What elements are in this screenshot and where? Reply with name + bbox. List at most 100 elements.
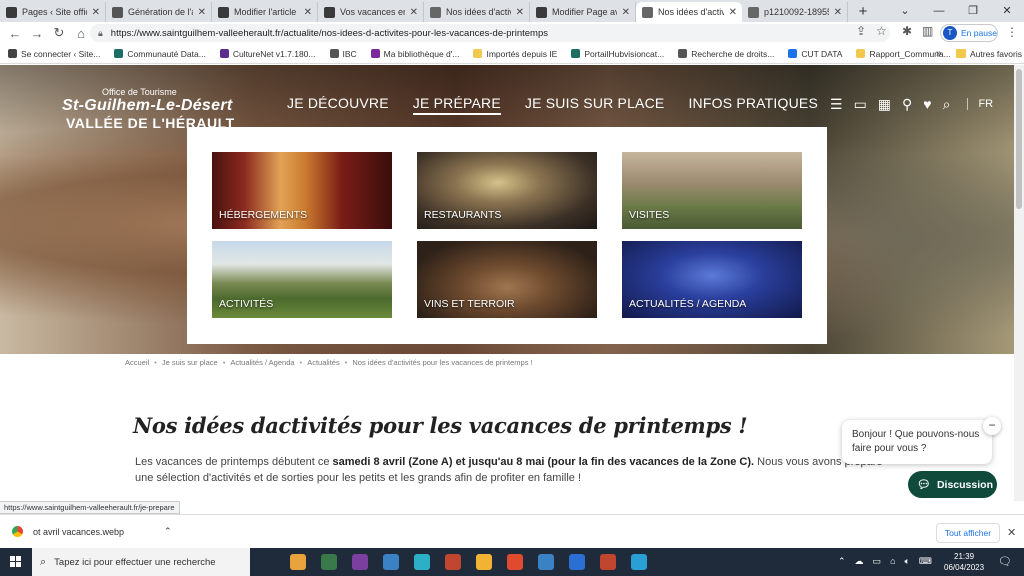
nav-infos-pratiques[interactable]: INFOS PRATIQUES: [688, 95, 818, 115]
menu-icon[interactable]: ☰: [830, 96, 843, 112]
taskbar-clock[interactable]: 21:39 06/04/2023: [944, 551, 984, 573]
tray-chevron-icon[interactable]: ⌃: [838, 556, 846, 567]
browser-tab-active[interactable]: Nos idées d'activit ✕: [636, 2, 742, 22]
browser-menu-icon[interactable]: ⋮: [1006, 25, 1018, 39]
browser-tab[interactable]: Nos idées d'activit ✕: [424, 2, 530, 22]
bookmark-item[interactable]: Ma bibliothèque d'...: [370, 49, 459, 59]
lock-icon[interactable]: 🔒︎: [98, 28, 103, 39]
chrome-icon: [12, 526, 23, 537]
bookmark-item[interactable]: Communauté Data...: [114, 49, 206, 59]
bookmark-item[interactable]: Se connecter ‹ Site...: [8, 49, 100, 59]
close-tab-icon[interactable]: ✕: [834, 7, 842, 18]
taskbar-app-icon[interactable]: [352, 554, 368, 570]
notifications-icon[interactable]: 🗨︎: [998, 555, 1012, 568]
restore-window-icon[interactable]: ❐: [956, 0, 990, 22]
taskbar-app-icon[interactable]: [321, 554, 337, 570]
other-bookmarks-folder[interactable]: Autres favoris: [956, 49, 1022, 59]
language-switch[interactable]: FR: [967, 98, 993, 110]
bookmark-star-icon[interactable]: ☆: [876, 24, 887, 38]
menu-card-restaurants[interactable]: RESTAURANTS: [417, 152, 597, 229]
breadcrumb-item[interactable]: Actualités / Agenda: [230, 358, 294, 367]
download-item[interactable]: ot avril vacances.webp ⌃: [12, 526, 172, 537]
bookmark-item[interactable]: CUT DATA: [788, 49, 842, 59]
bookmark-item[interactable]: CultureNet v1.7.180...: [219, 49, 316, 59]
heart-icon[interactable]: ♥: [923, 96, 931, 112]
side-panel-icon[interactable]: ▥: [922, 24, 933, 38]
breadcrumb-item[interactable]: Actualités: [307, 358, 340, 367]
taskbar-app-icon[interactable]: [631, 554, 647, 570]
ticket-icon[interactable]: ▭: [854, 96, 867, 112]
calendar-icon[interactable]: ▦: [878, 96, 891, 112]
breadcrumb-item[interactable]: Accueil: [125, 358, 149, 367]
search-icon[interactable]: ⌕: [943, 96, 951, 112]
clock-date: 06/04/2023: [944, 563, 985, 572]
close-tab-icon[interactable]: ✕: [198, 7, 206, 18]
close-tab-icon[interactable]: ✕: [410, 7, 418, 18]
bookmark-item[interactable]: PortailHubvisioncat...: [571, 49, 664, 59]
volume-icon[interactable]: 🔈︎: [905, 556, 910, 567]
menu-card-visites[interactable]: VISITES: [622, 152, 802, 229]
browser-tab[interactable]: Vos vacances en va ✕: [318, 2, 424, 22]
browser-tab[interactable]: Pages ‹ Site officiel ✕: [0, 2, 106, 22]
close-tab-icon[interactable]: ✕: [729, 7, 737, 18]
breadcrumb-item[interactable]: Je suis sur place: [162, 358, 218, 367]
close-window-icon[interactable]: ✕: [990, 0, 1024, 22]
taskbar-app-icon[interactable]: [414, 554, 430, 570]
taskbar-app-icon[interactable]: [476, 554, 492, 570]
nav-je-decouvre[interactable]: JE DÉCOUVRE: [287, 95, 389, 115]
reload-icon[interactable]: ↻: [48, 25, 70, 41]
scrollbar-thumb[interactable]: [1016, 69, 1022, 209]
bookmark-item[interactable]: Recherche de droits...: [678, 49, 774, 59]
close-download-bar-icon[interactable]: ✕: [1007, 526, 1016, 539]
menu-card-hebergements[interactable]: HÉBERGEMENTS: [212, 152, 392, 229]
browser-tab[interactable]: Modifier l'article ‹ S ✕: [212, 2, 318, 22]
extensions-icon[interactable]: ✱: [902, 24, 912, 38]
share-icon[interactable]: ⇪: [856, 24, 866, 38]
taskbar-app-icon[interactable]: [569, 554, 585, 570]
display-icon[interactable]: ▭: [873, 556, 882, 567]
chevron-up-icon[interactable]: ⌃: [164, 526, 172, 537]
keyboard-icon[interactable]: ⌨: [919, 556, 932, 567]
close-tab-icon[interactable]: ✕: [622, 7, 630, 18]
browser-tab[interactable]: Génération de l'ap ✕: [106, 2, 212, 22]
taskbar-app-icon[interactable]: [290, 554, 306, 570]
menu-card-activites[interactable]: ACTIVITÉS: [212, 241, 392, 318]
profile-button[interactable]: T En pause: [940, 24, 998, 42]
map-pin-icon[interactable]: ⚲: [902, 96, 912, 112]
taskbar-app-icon[interactable]: [383, 554, 399, 570]
bookmark-item[interactable]: IBC: [329, 49, 357, 59]
bookmark-label: Se connecter ‹ Site...: [21, 48, 101, 59]
chat-discussion-button[interactable]: 💬︎ Discussion: [908, 471, 997, 498]
taskbar-app-icon[interactable]: [538, 554, 554, 570]
menu-card-actualites-agenda[interactable]: ACTUALITÉS / AGENDA: [622, 241, 802, 318]
home-icon[interactable]: ⌂: [70, 26, 92, 41]
taskbar-app-icon[interactable]: [445, 554, 461, 570]
taskbar-app-icon[interactable]: [507, 554, 523, 570]
dropdown-tabs-icon[interactable]: ⌄: [888, 0, 922, 22]
forward-arrow-icon[interactable]: →: [26, 26, 48, 41]
new-tab-button[interactable]: +: [852, 2, 874, 22]
header-icons: ☰ ▭ ▦ ⚲ ♥ ⌕ FR: [830, 96, 993, 112]
taskbar-app-icon[interactable]: [600, 554, 616, 570]
bookmark-item[interactable]: Importés depuis IE: [473, 49, 557, 59]
page-scrollbar[interactable]: [1014, 65, 1024, 501]
cloud-icon[interactable]: ☁: [855, 556, 864, 567]
close-tab-icon[interactable]: ✕: [92, 7, 100, 18]
nav-je-suis-sur-place[interactable]: JE SUIS SUR PLACE: [525, 95, 665, 115]
minimize-window-icon[interactable]: —: [922, 0, 956, 22]
show-all-downloads-button[interactable]: Tout afficher: [936, 523, 1000, 543]
nav-je-prepare[interactable]: JE PRÉPARE: [412, 95, 501, 115]
site-logo[interactable]: Office de Tourisme St-Guilhem-Le-Désert …: [62, 87, 235, 131]
browser-tab[interactable]: Modifier Page ave ✕: [530, 2, 636, 22]
url-field[interactable]: 🔒︎ https://www.saintguilhem-valleeheraul…: [90, 24, 890, 42]
close-tab-icon[interactable]: ✕: [516, 7, 524, 18]
browser-tab[interactable]: p1210092-18955.w ✕: [742, 2, 848, 22]
taskbar-search-field[interactable]: ⌕ Tapez ici pour effectuer une recherche: [32, 548, 250, 576]
network-icon[interactable]: ⌂: [890, 556, 895, 567]
back-arrow-icon[interactable]: ←: [4, 26, 26, 41]
more-bookmarks-button[interactable]: »: [936, 48, 942, 59]
chat-minimize-button[interactable]: −: [983, 417, 1001, 435]
windows-start-icon[interactable]: [10, 556, 22, 568]
menu-card-vins-et-terroir[interactable]: VINS ET TERROIR: [417, 241, 597, 318]
close-tab-icon[interactable]: ✕: [304, 7, 312, 18]
